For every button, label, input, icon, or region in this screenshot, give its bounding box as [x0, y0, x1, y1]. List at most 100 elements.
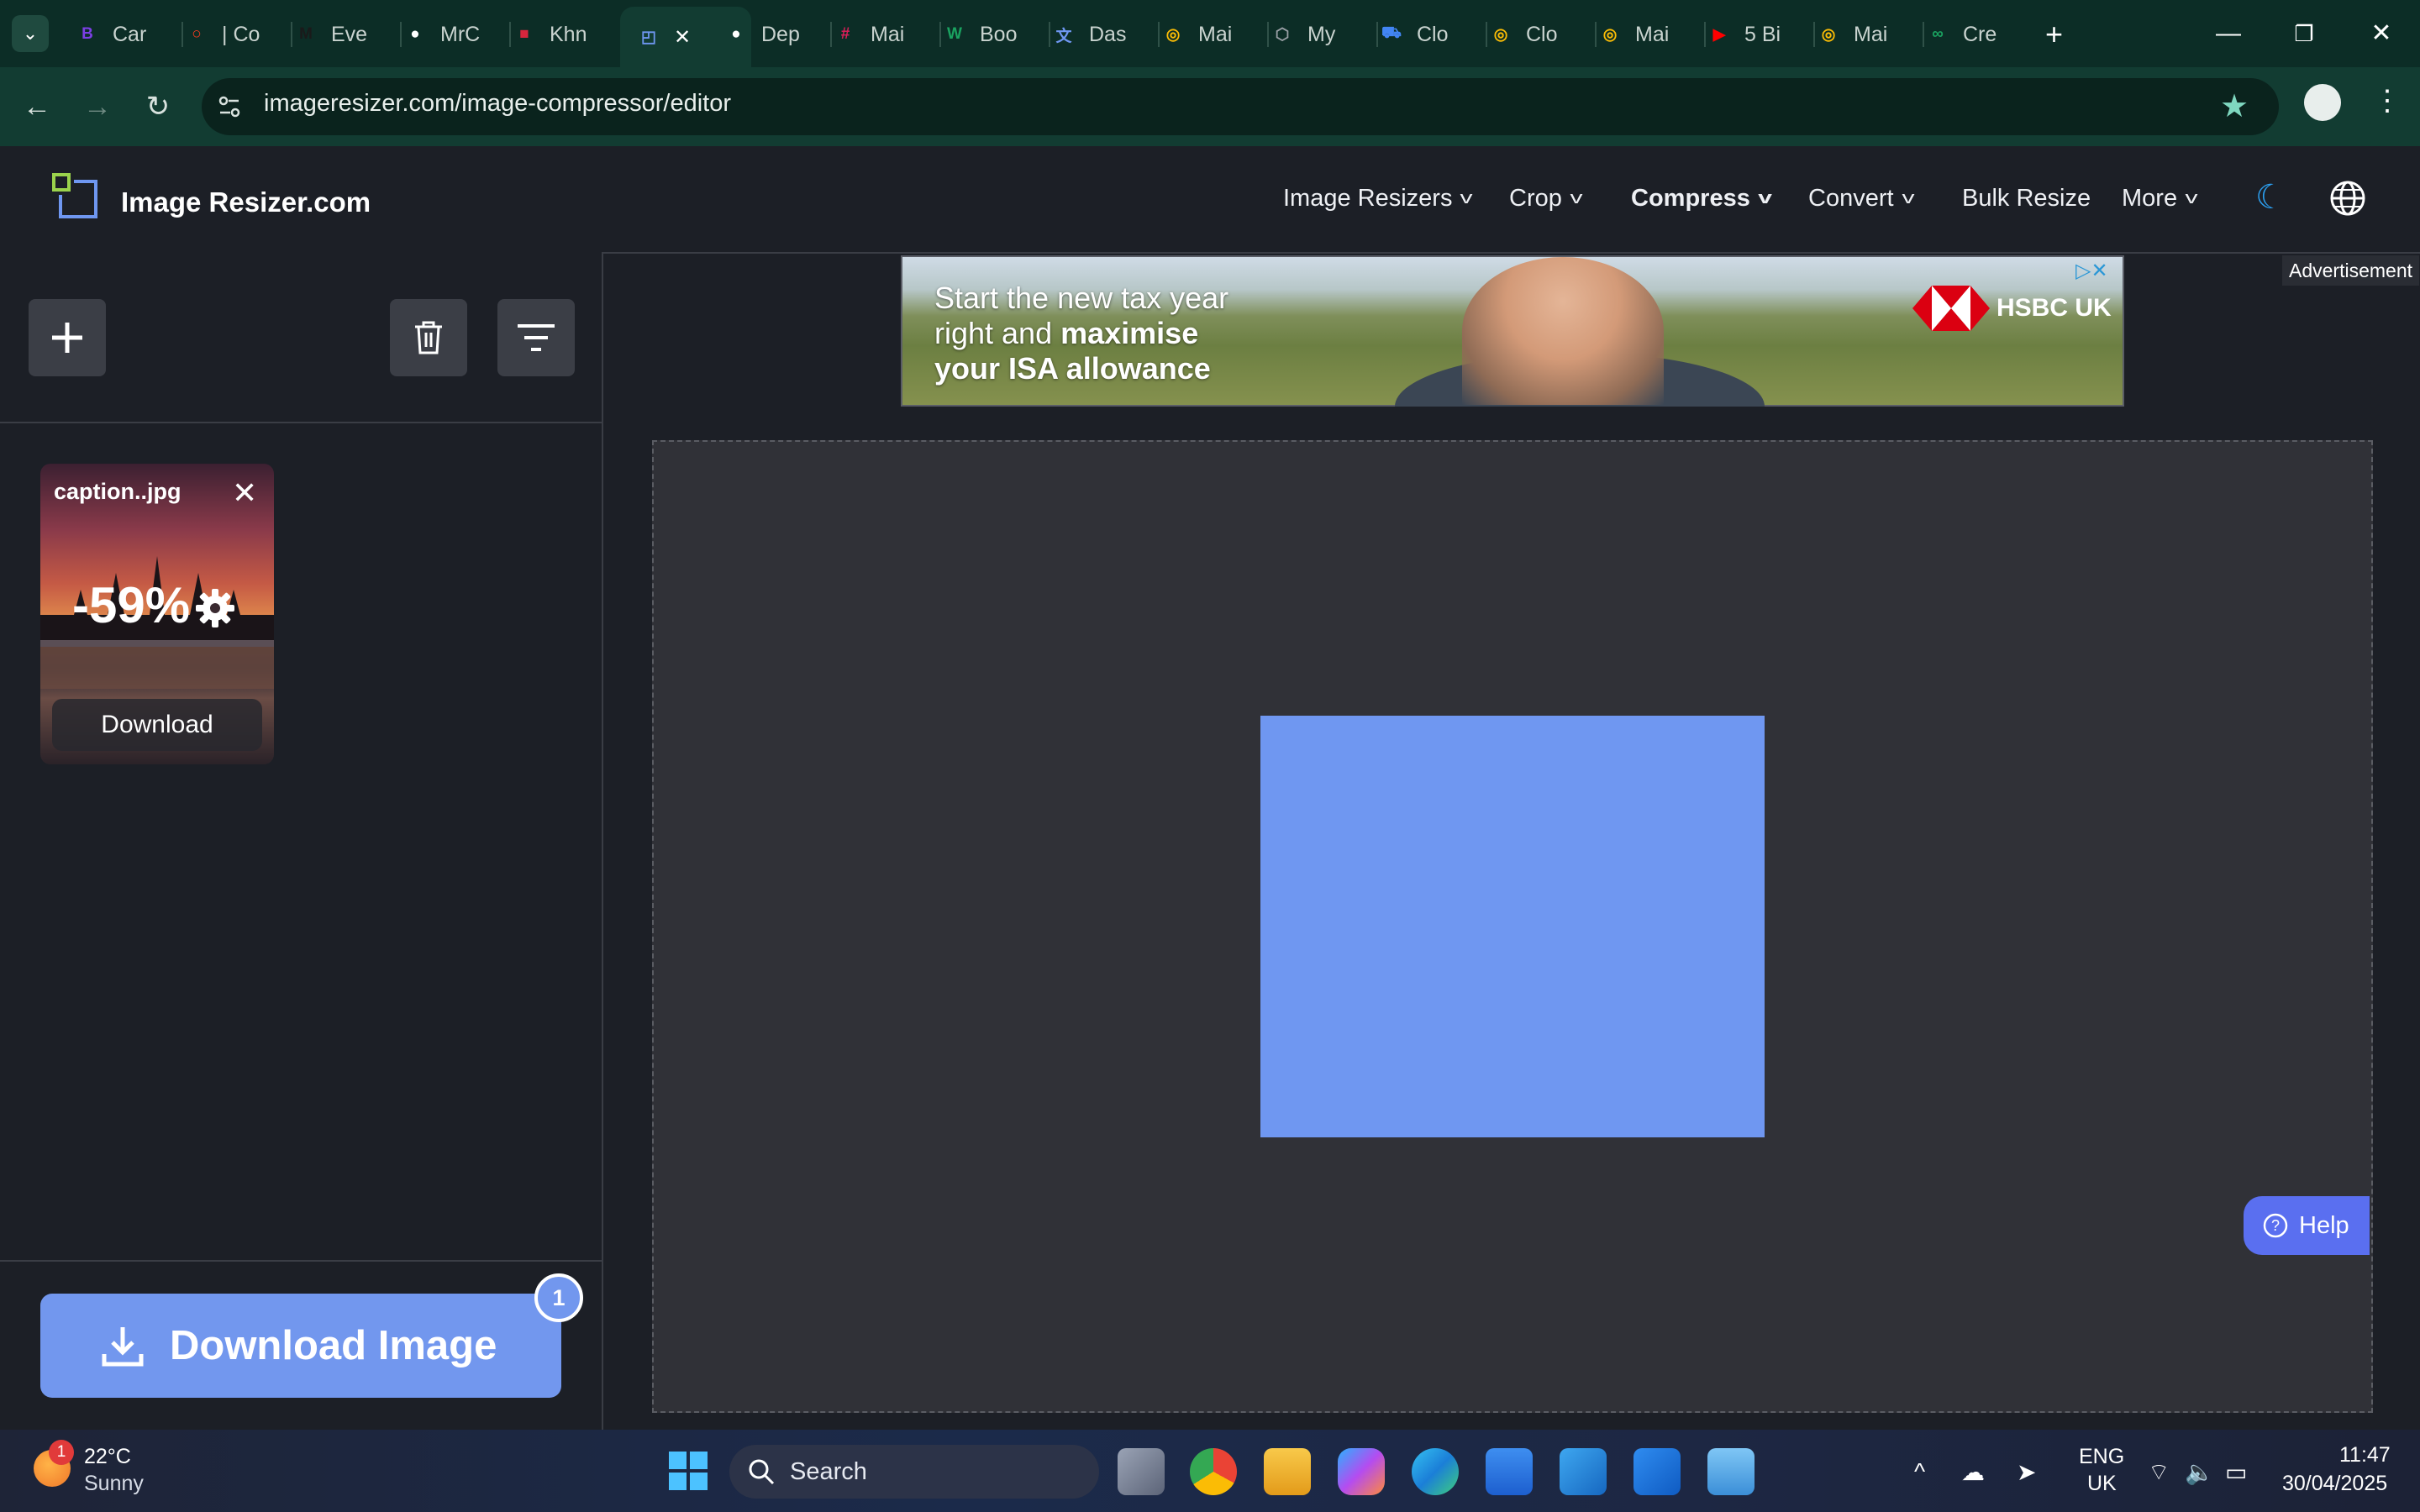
- browser-tab[interactable]: 文 Das: [1050, 12, 1158, 57]
- forward-icon[interactable]: →: [77, 87, 118, 127]
- nav-bulk-resize[interactable]: Bulk Resize: [1962, 185, 2091, 213]
- browser-tab[interactable]: ∞ Cre: [1924, 12, 2032, 57]
- browser-tab[interactable]: ◎ Mai: [1597, 12, 1704, 57]
- site-info-icon[interactable]: [217, 94, 242, 119]
- adchoices-icon[interactable]: ▷✕: [2075, 259, 2108, 283]
- battery-icon[interactable]: ▭: [2225, 1458, 2247, 1486]
- wifi-icon[interactable]: ⌔: [2148, 1458, 2170, 1488]
- url-text: imageresizer.com/image-compressor/editor: [264, 90, 732, 117]
- clock-time[interactable]: 11:47: [2339, 1443, 2391, 1467]
- microsoft-store-icon[interactable]: [1486, 1448, 1533, 1495]
- nav-image-resizers[interactable]: Image Resizers v: [1283, 185, 1473, 213]
- file-list-panel: [0, 252, 603, 1430]
- site-logo-text[interactable]: Image Resizer.com: [121, 186, 371, 218]
- dark-mode-icon[interactable]: ☾: [2255, 178, 2286, 217]
- tab-search-button[interactable]: ⌄: [12, 15, 49, 52]
- show-hidden-icons-icon[interactable]: ^: [1914, 1458, 1925, 1485]
- browser-tab[interactable]: ◎ Clo: [1487, 12, 1595, 57]
- download-image-label: Download Image: [170, 1323, 497, 1368]
- keyboard-layout-indicator[interactable]: UK: [2087, 1472, 2117, 1496]
- ad-line-3: your ISA allowance: [934, 351, 1211, 386]
- browser-tab-label: Car: [113, 22, 147, 46]
- task-view-icon[interactable]: [1118, 1448, 1165, 1495]
- browser-tab[interactable]: # Mai: [832, 12, 939, 57]
- delete-all-button[interactable]: [390, 299, 467, 376]
- onedrive-cloud-icon[interactable]: ☁: [1961, 1458, 1985, 1486]
- reload-icon[interactable]: ↻: [138, 87, 178, 127]
- flag-icon: ■: [519, 25, 529, 43]
- slack-icon: #: [840, 25, 850, 43]
- cloud-icon: ◎: [1493, 25, 1508, 44]
- nav-compress[interactable]: Compress v: [1631, 185, 1772, 213]
- cart-icon: ⛟: [1381, 24, 1402, 42]
- site-logo-icon[interactable]: [52, 173, 99, 220]
- weather-condition[interactable]: Sunny: [84, 1472, 144, 1496]
- browser-tab[interactable]: ■ Khn: [511, 12, 618, 57]
- ad-person-image: [1462, 257, 1664, 405]
- svg-text:?: ?: [2271, 1217, 2280, 1234]
- volume-icon[interactable]: 🔈: [2185, 1458, 2214, 1486]
- close-tab-icon[interactable]: ✕: [674, 25, 691, 50]
- browser-tab-label: My: [1307, 22, 1336, 46]
- help-label: Help: [2299, 1211, 2349, 1239]
- profile-avatar[interactable]: [2304, 84, 2341, 121]
- browser-tab-label: Eve: [331, 22, 368, 46]
- nav-more-label: More: [2122, 185, 2178, 212]
- add-image-button[interactable]: [29, 299, 106, 376]
- ad-line-2-plain: right and: [934, 316, 1061, 350]
- browser-tab[interactable]: ◎ Mai: [1160, 12, 1267, 57]
- ad-line-1: Start the new tax year: [934, 281, 1229, 315]
- nav-more[interactable]: More v: [2122, 185, 2198, 213]
- language-indicator[interactable]: ENG: [2079, 1445, 2124, 1469]
- browser-menu-icon[interactable]: ⋮: [2373, 84, 2402, 118]
- trash-icon: [415, 321, 442, 354]
- notepad-icon[interactable]: [1707, 1448, 1754, 1495]
- browser-tab[interactable]: ⬡ My: [1269, 12, 1376, 57]
- new-tab-button[interactable]: +: [2045, 12, 2063, 57]
- clock-date[interactable]: 30/04/2025: [2282, 1472, 2387, 1496]
- file-download-button[interactable]: Download: [52, 699, 262, 751]
- vscode-icon[interactable]: [1560, 1448, 1607, 1495]
- browser-tab[interactable]: ◎ Mai: [1815, 12, 1923, 57]
- chrome-icon[interactable]: [1190, 1448, 1237, 1495]
- weather-temperature[interactable]: 22°C: [84, 1445, 131, 1469]
- browser-tab[interactable]: ⛟ Clo: [1378, 12, 1486, 57]
- settings-gear-icon[interactable]: [195, 588, 235, 628]
- outlook-icon[interactable]: [1634, 1448, 1681, 1495]
- file-explorer-icon[interactable]: [1264, 1448, 1311, 1495]
- edge-icon[interactable]: [1412, 1448, 1459, 1495]
- minimize-icon[interactable]: —: [2210, 15, 2247, 52]
- browser-tab[interactable]: ● MrC: [402, 12, 509, 57]
- nav-bulk-resize-label: Bulk Resize: [1962, 185, 2091, 212]
- browser-tab-label: Mai: [1635, 22, 1670, 46]
- remove-file-icon[interactable]: ✕: [232, 475, 257, 511]
- taskbar-search[interactable]: Search: [729, 1445, 1099, 1499]
- sort-filter-button[interactable]: [497, 299, 575, 376]
- location-arrow-icon[interactable]: ➤: [2017, 1458, 2036, 1486]
- browser-tab[interactable]: ▶ 5 Bi: [1706, 12, 1813, 57]
- language-globe-icon[interactable]: [2329, 180, 2366, 217]
- nav-crop-label: Crop: [1509, 185, 1562, 212]
- browser-tab-label: Das: [1089, 22, 1127, 46]
- browser-tab[interactable]: W Boo: [941, 12, 1049, 57]
- close-window-icon[interactable]: ✕: [2363, 15, 2400, 52]
- nav-crop[interactable]: Crop v: [1509, 185, 1582, 213]
- browser-tab-label: Dep: [761, 22, 800, 46]
- browser-tab[interactable]: ○ | Co: [183, 12, 291, 57]
- m-logo-icon: M: [299, 25, 313, 43]
- windows-start-icon[interactable]: [667, 1450, 709, 1492]
- download-image-button[interactable]: Download Image: [40, 1294, 561, 1398]
- back-icon[interactable]: ←: [17, 87, 57, 127]
- hsbc-logo-icon: [1912, 286, 1990, 331]
- nav-convert[interactable]: Convert v: [1808, 185, 1915, 213]
- chevron-down-icon: v: [1902, 189, 1915, 207]
- bookmark-star-icon[interactable]: ★: [2220, 87, 2249, 125]
- compressed-image-preview: [1260, 716, 1765, 1137]
- browser-tab[interactable]: M Eve: [292, 12, 400, 57]
- browser-tab[interactable]: ● Dep: [723, 12, 830, 57]
- restore-icon[interactable]: ❐: [2286, 15, 2323, 52]
- copilot-icon[interactable]: [1338, 1448, 1385, 1495]
- browser-tab-label: Mai: [1854, 22, 1888, 46]
- browser-tab[interactable]: B Car: [74, 12, 182, 57]
- help-button[interactable]: ? Help: [2244, 1196, 2370, 1255]
